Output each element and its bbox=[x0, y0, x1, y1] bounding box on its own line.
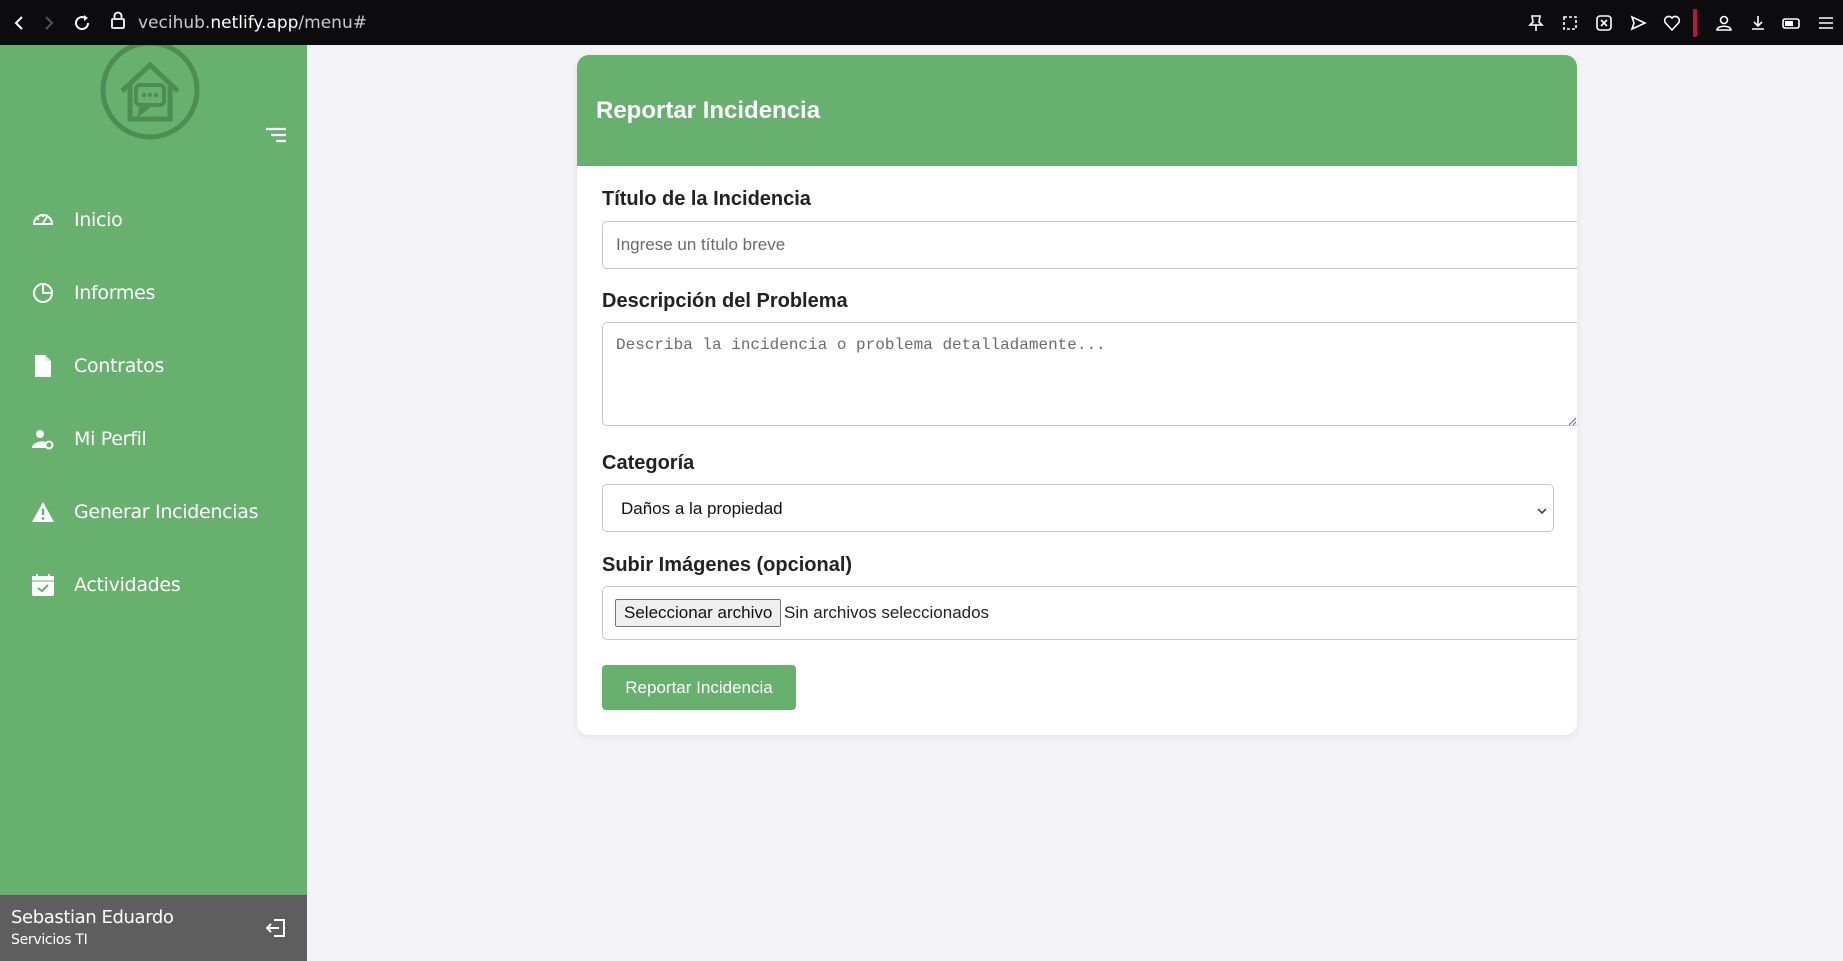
sidebar-item-label: Mi Perfil bbox=[74, 427, 147, 450]
user-name: Sebastian Eduardo bbox=[11, 907, 174, 928]
logout-icon[interactable] bbox=[264, 916, 288, 940]
sidebar-item-inicio[interactable]: Inicio bbox=[0, 183, 307, 256]
description-placeholder: Describa la incidencia o problema detall… bbox=[616, 336, 1106, 354]
description-label: Descripción del Problema bbox=[602, 290, 848, 312]
speedometer-icon bbox=[30, 207, 56, 233]
user-panel: Sebastian Eduardo Servicios TI bbox=[0, 895, 307, 961]
select-file-button[interactable]: Seleccionar archivo bbox=[615, 599, 782, 627]
menu-lines-icon[interactable] bbox=[1809, 6, 1843, 40]
title-label: Título de la Incidencia bbox=[602, 188, 811, 210]
card-title: Reportar Incidencia bbox=[596, 96, 821, 124]
category-select[interactable]: Daños a la propiedad bbox=[602, 484, 1554, 532]
back-icon[interactable] bbox=[6, 9, 34, 37]
sidebar-item-label: Generar Incidencias bbox=[74, 500, 259, 523]
account-icon[interactable] bbox=[1707, 6, 1741, 40]
description-textarea[interactable]: Describa la incidencia o problema detall… bbox=[602, 322, 1577, 426]
sidebar-item-label: Informes bbox=[74, 281, 156, 304]
calendar-check-icon bbox=[30, 572, 56, 598]
report-incident-card: Reportar Incidencia Título de la Inciden… bbox=[577, 55, 1577, 735]
report-incident-button[interactable]: Reportar Incidencia bbox=[602, 665, 796, 710]
menu-toggle-icon[interactable] bbox=[264, 125, 288, 145]
sidebar-nav: Inicio Informes Contratos Mi Perfil Gene… bbox=[0, 183, 307, 621]
screenshot-icon[interactable] bbox=[1553, 6, 1587, 40]
house-chat-icon[interactable] bbox=[100, 40, 200, 145]
forward-icon[interactable] bbox=[34, 9, 62, 37]
reload-icon[interactable] bbox=[68, 9, 96, 37]
heart-icon[interactable] bbox=[1655, 6, 1689, 40]
sidebar-item-label: Inicio bbox=[74, 208, 123, 231]
sidebar-item-label: Contratos bbox=[74, 354, 165, 377]
sidebar-item-generar-incidencias[interactable]: Generar Incidencias bbox=[0, 475, 307, 548]
card-header: Reportar Incidencia bbox=[577, 55, 1577, 166]
browser-toolbar: vecihub.netlify.app/menu# bbox=[0, 0, 1843, 45]
title-input[interactable]: Ingrese un título breve bbox=[602, 221, 1577, 269]
sidebar: Inicio Informes Contratos Mi Perfil Gene… bbox=[0, 40, 307, 961]
toolbar-separator bbox=[1693, 8, 1697, 37]
category-selected-value: Daños a la propiedad bbox=[621, 499, 783, 518]
images-label: Subir Imágenes (opcional) bbox=[602, 554, 853, 576]
pie-chart-icon bbox=[30, 280, 56, 306]
url-text: vecihub.netlify.app/menu# bbox=[138, 12, 367, 33]
user-gear-icon bbox=[30, 426, 56, 452]
resize-handle-icon[interactable] bbox=[1567, 413, 1577, 426]
download-icon[interactable] bbox=[1741, 6, 1775, 40]
category-label: Categoría bbox=[602, 452, 695, 474]
document-icon bbox=[30, 353, 56, 379]
pin-icon[interactable] bbox=[1519, 6, 1553, 40]
address-bar[interactable]: vecihub.netlify.app/menu# bbox=[110, 11, 367, 34]
lock-icon bbox=[110, 11, 126, 34]
sidebar-item-informes[interactable]: Informes bbox=[0, 256, 307, 329]
close-box-icon[interactable] bbox=[1587, 6, 1621, 40]
sidebar-item-actividades[interactable]: Actividades bbox=[0, 548, 307, 621]
sidebar-item-contratos[interactable]: Contratos bbox=[0, 329, 307, 402]
file-status: Sin archivos seleccionados bbox=[784, 603, 990, 622]
sidebar-item-mi-perfil[interactable]: Mi Perfil bbox=[0, 402, 307, 475]
send-icon[interactable] bbox=[1621, 6, 1655, 40]
warning-icon bbox=[30, 499, 56, 525]
image-upload-field: Seleccionar archivo Sin archivos selecci… bbox=[602, 586, 1577, 640]
sidebar-item-label: Actividades bbox=[74, 573, 181, 596]
title-placeholder: Ingrese un título breve bbox=[616, 235, 786, 254]
chevron-down-icon bbox=[1537, 503, 1547, 515]
user-role: Servicios TI bbox=[11, 932, 88, 948]
battery-icon[interactable] bbox=[1775, 6, 1809, 40]
